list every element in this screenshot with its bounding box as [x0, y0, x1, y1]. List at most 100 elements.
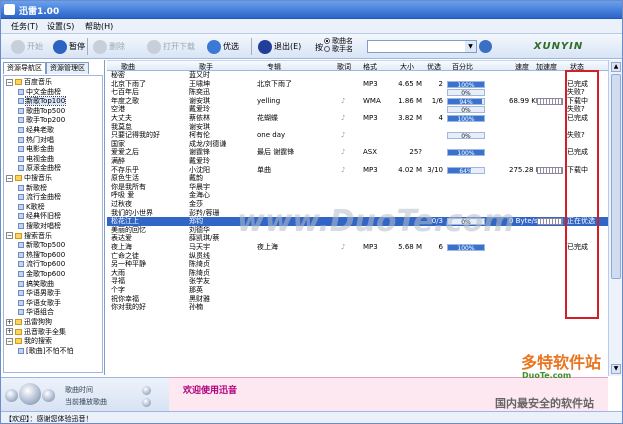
table-row[interactable]: 夜上海 马天宇 夜上海 MP3 5.68 M 6 已完成 ♪ 100%	[107, 243, 608, 252]
table-row[interactable]: 七百年后 陈奕迅 失败? 0%	[107, 88, 608, 97]
table-row[interactable]: 只要记得我的好 柯有伦 one day 失败? ♪ 0%	[107, 131, 608, 140]
tree-item[interactable]: 金歌Top600	[18, 270, 65, 278]
table-row[interactable]: 爱爱之后 谢霆锋 最后 谢霆锋 ASX 25? 已完成 ♪ 100%	[107, 148, 608, 157]
table-row[interactable]: 另一种平静 陈绮贞	[107, 260, 608, 269]
tab-management[interactable]: 资源管理区	[46, 62, 89, 74]
tree-item[interactable]: 经典老歌	[18, 126, 54, 134]
radio-song[interactable]: 歌曲名	[324, 37, 353, 45]
table-row[interactable]: 国家 成龙/刘德谦	[107, 140, 608, 149]
tree-item[interactable]: + 迅雷狗狗	[6, 318, 52, 326]
scroll-thumb[interactable]	[611, 74, 621, 279]
delete-button[interactable]: 删除	[93, 38, 125, 55]
tree-item[interactable]: 经典怀旧榜	[18, 212, 61, 220]
tree-item-label: 经典老歌	[26, 126, 54, 134]
tree-item[interactable]: [歌曲]不怕不怕	[18, 347, 73, 355]
radio-singer[interactable]: 歌手名	[324, 45, 353, 53]
list-icon	[18, 165, 24, 172]
tree-item[interactable]: − 搜索音乐	[6, 232, 52, 240]
table-row[interactable]: 呼吸 爱金海心	[107, 191, 608, 200]
tree-item[interactable]: 流行Top600	[18, 260, 65, 268]
tree-item[interactable]: K歌榜	[18, 203, 45, 211]
table-row[interactable]: 原色生活 戴韵	[107, 174, 608, 183]
start-button[interactable]: 开始	[11, 38, 43, 55]
pause-button[interactable]: 暂停	[53, 38, 85, 55]
list-icon	[18, 155, 24, 162]
tree-item[interactable]: 原滚金曲榜	[18, 164, 61, 172]
chevron-down-icon[interactable]: ▼	[465, 41, 476, 52]
table-row[interactable]: 我莫怠 谢安琪	[107, 123, 608, 132]
next-icon[interactable]	[42, 389, 55, 402]
tree-item[interactable]: 华语组合	[18, 308, 54, 316]
tree-item[interactable]: 流行金曲榜	[18, 193, 61, 201]
tree-item[interactable]: − 中搜音乐	[6, 174, 52, 182]
table-row[interactable]: 不存乐乎 小沈阳 单曲 MP3 4.02 M 3/10 275.28 KB/s 下载中 ♪ 64%	[107, 166, 608, 175]
open-download-button[interactable]: 打开下载	[147, 38, 195, 55]
table-row[interactable]: 美丽的回忆 刘德华	[107, 226, 608, 235]
tree-item[interactable]: 歌曲Top500	[18, 107, 65, 115]
tree-item-label: 华语组合	[26, 308, 54, 317]
menu-help[interactable]: 帮助(H)	[85, 21, 113, 32]
tree-item[interactable]: 热门对唱	[18, 136, 54, 144]
expander-icon[interactable]: +	[6, 318, 13, 326]
menu-settings[interactable]: 设置(S)	[47, 21, 74, 32]
menu-task[interactable]: 任务(T)	[11, 21, 38, 32]
tree-item[interactable]: 中文金曲榜	[18, 88, 61, 96]
list-scrollbar[interactable]: ▲ ▼	[608, 60, 622, 376]
expander-icon[interactable]: −	[6, 174, 13, 182]
table-row[interactable]: 我们的小世界 彭羚/蓉珊	[107, 209, 608, 218]
sidebar: 资源导航区 资源管理区 − 百度音乐中文金曲榜 新歌Top100 歌曲Top500 歌手…	[1, 60, 105, 375]
table-row[interactable]: 北京下雨了 王啸坤 北京下雨了 MP3 4.65 M 2 已完成 100%	[107, 80, 608, 89]
prev-icon[interactable]	[5, 389, 18, 402]
prefer-button[interactable]: 优选	[207, 38, 239, 55]
table-row[interactable]: 亡命之徒 纵贯线	[107, 252, 608, 261]
expander-icon[interactable]: +	[6, 328, 13, 336]
sidebar-tabs: 资源导航区 资源管理区	[3, 62, 89, 74]
table-row[interactable]: 年度之歌 谢安琪 yelling WMA 1.86 M 1/6 68.99 KB/s 下载中 ♪…	[107, 97, 608, 106]
tree-item-label: 迅雷狗狗	[24, 318, 52, 326]
tree-item[interactable]: 新歌榜	[18, 184, 47, 192]
tree-item[interactable]: 华语女歌手	[18, 299, 61, 307]
tree-item[interactable]: 搞笑歌曲	[18, 280, 54, 288]
table-row[interactable]: 个字 那英	[107, 286, 608, 295]
folder-icon	[15, 175, 22, 181]
tree-item[interactable]: 电视金曲	[18, 155, 54, 163]
table-row[interactable]: 松花江上 郑钧 0/3 0 Byte/s 正在优选 0%	[107, 217, 608, 226]
expander-icon[interactable]: −	[6, 232, 13, 240]
table-row[interactable]: 祝你幸福 黑财雅	[107, 295, 608, 304]
table-row[interactable]: 大雨 陈绮贞	[107, 269, 608, 278]
table-row[interactable]: 满醉 戴爱玲	[107, 157, 608, 166]
table-row[interactable]: 表达爱 薛凯琪/蔡	[107, 234, 608, 243]
volume-icon[interactable]	[142, 398, 151, 407]
table-row[interactable]: 寻福 张学友	[107, 277, 608, 286]
tree-item[interactable]: 新歌Top500	[18, 241, 65, 249]
tree-item-label: 流行金曲榜	[26, 193, 61, 202]
search-go-icon[interactable]	[479, 40, 492, 53]
tree-item-label: 新歌榜	[26, 183, 47, 192]
tree-item-label: 电视金曲	[26, 154, 54, 163]
tree-item[interactable]: − 百度音乐	[6, 78, 52, 86]
table-row[interactable]: 你对我的好 孙楠	[107, 303, 608, 312]
tree-item[interactable]: 新歌Top100	[18, 96, 67, 107]
table-row[interactable]: 你是我所有 华晨宇	[107, 183, 608, 192]
tree-item[interactable]: 电影金曲	[18, 145, 54, 153]
table-row[interactable]: 空港 戴爱玲 失败? 0%	[107, 105, 608, 114]
stop-icon[interactable]	[142, 386, 151, 395]
table-row[interactable]: 秘密 蓝又时	[107, 71, 608, 80]
tree-item[interactable]: 热搜Top600	[18, 251, 65, 259]
tree-item[interactable]: − 我的搜索	[6, 337, 52, 345]
scroll-up-icon[interactable]: ▲	[611, 62, 621, 72]
scroll-down-icon[interactable]: ▼	[611, 364, 621, 374]
search-input[interactable]: ▼	[367, 40, 477, 53]
tree-item[interactable]: + 迅音歌手全集	[6, 328, 66, 336]
tree-item[interactable]: 歌手Top200	[18, 116, 65, 124]
play-icon[interactable]	[19, 383, 41, 405]
exit-button[interactable]: 退出(E)	[258, 38, 301, 55]
expander-icon[interactable]: −	[6, 337, 13, 345]
table-row[interactable]: 过秋夜 金莎	[107, 200, 608, 209]
tree-item-label: 我的搜索	[24, 337, 52, 346]
table-row[interactable]: 大丈夫 蔡依林 花蝴蝶 MP3 3.82 M 4 已完成 ♪ 100%	[107, 114, 608, 123]
tab-navigation[interactable]: 资源导航区	[3, 62, 46, 74]
tree-item[interactable]: 搜歌对唱榜	[18, 222, 61, 230]
tree-item[interactable]: 华语男歌手	[18, 289, 61, 297]
expander-icon[interactable]: −	[6, 78, 13, 86]
